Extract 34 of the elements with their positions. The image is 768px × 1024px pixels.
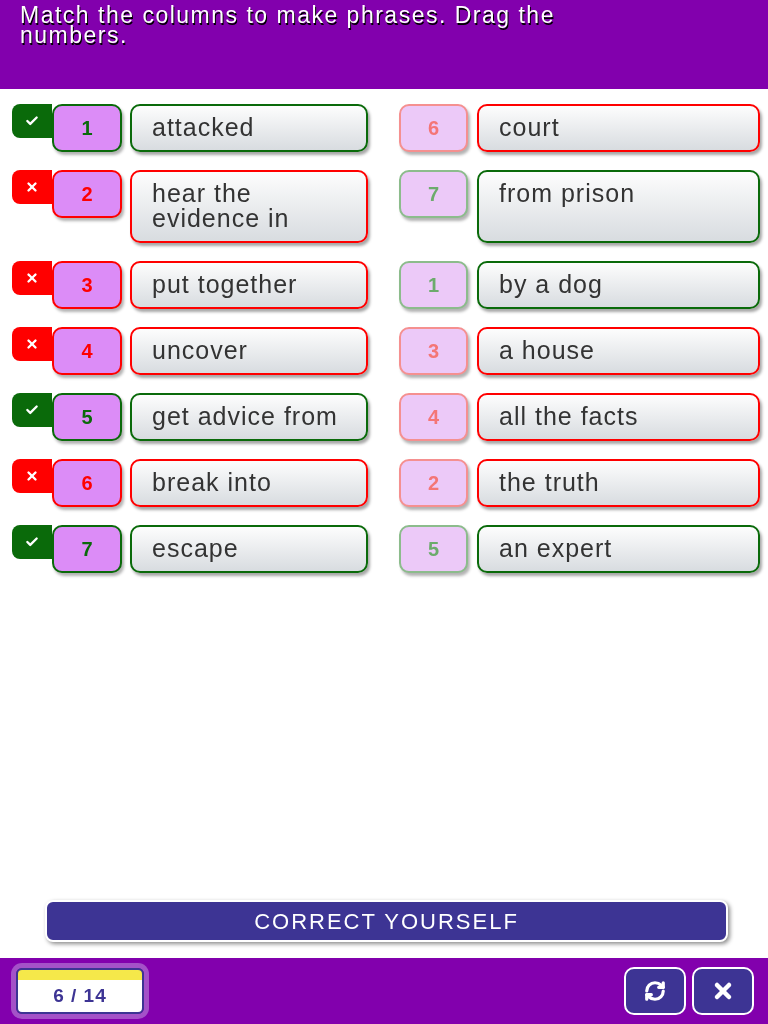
phrase-card: the truth: [477, 459, 760, 507]
phrase-card: escape: [130, 525, 368, 573]
progress-counter: 6 / 14: [52, 983, 108, 1008]
phrase-card: uncover: [130, 327, 368, 375]
number-tile[interactable]: 1: [399, 261, 468, 309]
number-tile[interactable]: 4: [52, 327, 122, 375]
refresh-button[interactable]: [624, 967, 686, 1015]
phrase-card: get advice from: [130, 393, 368, 441]
phrase-card: all the facts: [477, 393, 760, 441]
number-tile[interactable]: 5: [52, 393, 122, 441]
number-tile[interactable]: 4: [399, 393, 468, 441]
phrase-card: from prison: [477, 170, 760, 243]
refresh-icon: [644, 980, 666, 1002]
number-tile[interactable]: 6: [399, 104, 468, 152]
phrase-card: a house: [477, 327, 760, 375]
phrase-card: hear the evidence in: [130, 170, 368, 243]
phrase-card: court: [477, 104, 760, 152]
number-tile[interactable]: 5: [399, 525, 468, 573]
phrase-card: an expert: [477, 525, 760, 573]
close-button[interactable]: [692, 967, 754, 1015]
number-tile[interactable]: 7: [399, 170, 468, 218]
correct-yourself-button[interactable]: CORRECT YOURSELF: [45, 900, 728, 942]
number-tile[interactable]: 2: [399, 459, 468, 507]
phrase-card: by a dog: [477, 261, 760, 309]
number-tile[interactable]: 7: [52, 525, 122, 573]
instruction-text: Match the columns to make phrases. Drag the numbers.: [20, 5, 556, 45]
number-tile[interactable]: 6: [52, 459, 122, 507]
phrase-card: attacked: [130, 104, 368, 152]
phrase-card: put together: [130, 261, 368, 309]
number-tile[interactable]: 2: [52, 170, 122, 218]
phrase-card: break into: [130, 459, 368, 507]
number-tile[interactable]: 3: [399, 327, 468, 375]
number-tile[interactable]: 3: [52, 261, 122, 309]
number-tile[interactable]: 1: [52, 104, 122, 152]
